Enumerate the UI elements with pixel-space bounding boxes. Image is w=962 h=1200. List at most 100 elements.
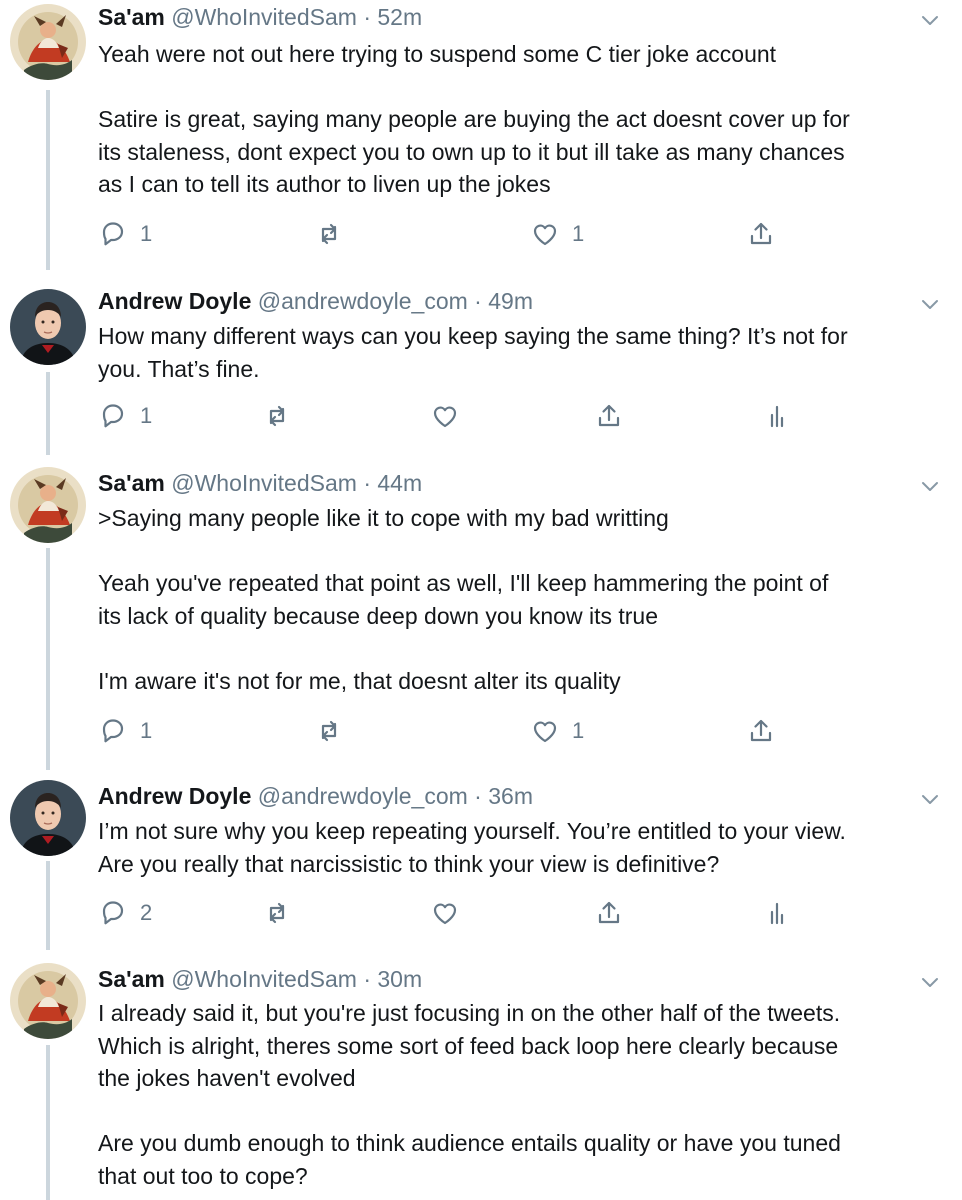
- analytics-icon: [770, 405, 784, 428]
- retweet-icon: [269, 902, 285, 924]
- heart-icon: [433, 903, 457, 925]
- display-name[interactable]: Andrew Doyle: [98, 288, 251, 314]
- retweet-button[interactable]: [262, 396, 292, 436]
- reply-icon: [102, 901, 124, 925]
- tweet-text-line: that out too to cope?: [98, 1162, 308, 1189]
- like-count: 1: [572, 718, 585, 743]
- separator-dot: ·: [474, 288, 482, 314]
- reply-button[interactable]: 1: [98, 711, 152, 751]
- share-button[interactable]: [594, 893, 624, 933]
- avatar-image: [10, 289, 86, 365]
- reply-count: 1: [140, 718, 153, 743]
- retweet-icon: [269, 405, 285, 427]
- avatar[interactable]: [10, 963, 86, 1039]
- tweet-text: I already said it, but you're just focus…: [98, 997, 948, 1192]
- avatar[interactable]: [10, 467, 86, 543]
- reply-icon: [102, 404, 124, 428]
- share-button[interactable]: [746, 214, 776, 254]
- tweet-text-line: its lack of quality because deep down yo…: [98, 602, 658, 629]
- display-name[interactable]: Sa'am: [98, 4, 165, 30]
- tweet-actions: 11: [98, 214, 858, 254]
- chevron-down-icon: [922, 300, 938, 309]
- tweet-text-line: Yeah you've repeated that point as well,…: [98, 570, 829, 596]
- reply-button[interactable]: 1: [98, 214, 152, 254]
- like-button[interactable]: [430, 396, 460, 436]
- tweet-text-line: Are you really that narcissistic to thin…: [98, 850, 720, 877]
- tweet-menu-button[interactable]: [918, 474, 942, 498]
- tweet-menu-button[interactable]: [918, 8, 942, 32]
- display-name[interactable]: Andrew Doyle: [98, 783, 251, 809]
- tweet[interactable]: Sa'am @WhoInvitedSam · 52m Yeah were not …: [0, 0, 962, 284]
- heart-icon: [533, 721, 557, 743]
- tweet-text-line: as I can to tell its author to liven up …: [98, 171, 551, 197]
- chevron-down-icon: [922, 482, 938, 491]
- user-handle[interactable]: @andrewdoyle_com: [258, 288, 468, 314]
- reply-icon: [102, 222, 124, 246]
- separator-dot: ·: [474, 783, 482, 809]
- tweet-text: I’m not sure why you keep repeating your…: [98, 815, 948, 880]
- tweet-text: How many different ways can you keep say…: [98, 320, 948, 385]
- tweet-header: Sa'am @WhoInvitedSam · 30m: [98, 964, 422, 994]
- analytics-icon: [770, 902, 784, 925]
- timestamp[interactable]: 52m: [377, 4, 422, 30]
- timestamp[interactable]: 30m: [377, 966, 422, 992]
- share-icon: [598, 901, 620, 924]
- tweet[interactable]: Sa'am @WhoInvitedSam · 44m >Saying many p…: [0, 466, 962, 779]
- share-button[interactable]: [746, 711, 776, 751]
- avatar-image: [10, 467, 86, 543]
- tweet-menu-button[interactable]: [918, 970, 942, 994]
- analytics-button[interactable]: [762, 396, 792, 436]
- user-handle[interactable]: @WhoInvitedSam: [171, 966, 357, 992]
- like-count: 1: [572, 221, 585, 246]
- reply-button[interactable]: 2: [98, 893, 152, 933]
- timestamp[interactable]: 49m: [488, 288, 533, 314]
- separator-dot: ·: [363, 470, 371, 496]
- reply-icon: [102, 719, 124, 743]
- tweet-actions: 1: [98, 396, 858, 436]
- retweet-button[interactable]: [262, 893, 292, 933]
- tweet-header: Andrew Doyle @andrewdoyle_com · 36m: [98, 781, 533, 811]
- tweet-text-line: Yeah were not out here trying to suspend…: [98, 41, 777, 67]
- display-name[interactable]: Sa'am: [98, 470, 165, 496]
- user-handle[interactable]: @WhoInvitedSam: [171, 470, 357, 496]
- timestamp[interactable]: 36m: [488, 783, 533, 809]
- user-handle[interactable]: @andrewdoyle_com: [258, 783, 468, 809]
- retweet-button[interactable]: [314, 214, 344, 254]
- user-handle[interactable]: @WhoInvitedSam: [171, 4, 357, 30]
- tweet-text-line: I’m not sure why you keep repeating your…: [98, 818, 846, 844]
- avatar-image: [10, 963, 86, 1039]
- tweet[interactable]: Andrew Doyle @andrewdoyle_com · 36m I’m n…: [0, 779, 962, 962]
- tweet-text-line: Are you dumb enough to think audience en…: [98, 1130, 841, 1156]
- heart-icon: [433, 406, 457, 428]
- display-name[interactable]: Sa'am: [98, 966, 165, 992]
- like-button[interactable]: 1: [530, 711, 584, 751]
- separator-dot: ·: [363, 4, 371, 30]
- tweet-text-line: >Saying many people like it to cope with…: [98, 505, 669, 531]
- tweet-menu-button[interactable]: [918, 292, 942, 316]
- tweet[interactable]: Andrew Doyle @andrewdoyle_com · 49m How m…: [0, 284, 962, 466]
- share-button[interactable]: [594, 396, 624, 436]
- avatar[interactable]: [10, 289, 86, 365]
- timestamp[interactable]: 44m: [377, 470, 422, 496]
- tweet-text-line: How many different ways can you keep say…: [98, 323, 848, 349]
- tweet-text-line: Which is alright, theres some sort of fe…: [98, 1032, 839, 1059]
- tweet-menu-button[interactable]: [918, 787, 942, 811]
- retweet-button[interactable]: [314, 711, 344, 751]
- analytics-button[interactable]: [762, 893, 792, 933]
- tweet[interactable]: Sa'am @WhoInvitedSam · 30m I already said…: [0, 962, 962, 1200]
- avatar[interactable]: [10, 4, 86, 80]
- like-button[interactable]: 1: [530, 214, 584, 254]
- heart-icon: [533, 224, 557, 246]
- avatar[interactable]: [10, 780, 86, 856]
- chevron-down-icon: [922, 795, 938, 804]
- reply-button[interactable]: 1: [98, 396, 152, 436]
- share-icon: [750, 719, 772, 742]
- retweet-icon: [321, 720, 337, 742]
- separator-dot: ·: [363, 966, 371, 992]
- like-button[interactable]: [430, 893, 460, 933]
- tweet-header: Sa'am @WhoInvitedSam · 44m: [98, 468, 422, 498]
